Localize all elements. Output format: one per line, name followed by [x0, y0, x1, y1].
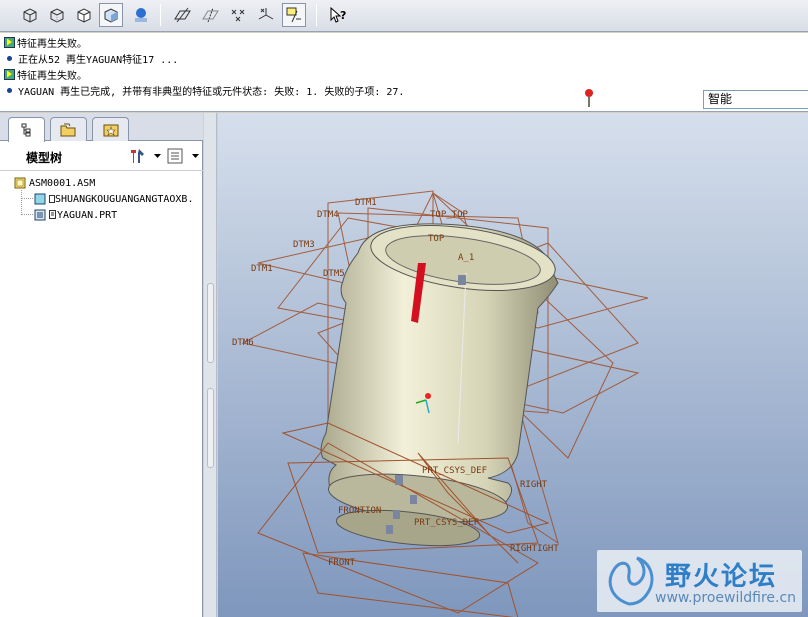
splitter-grip[interactable] — [207, 283, 214, 363]
chevron-down-icon — [154, 154, 161, 158]
datum-label: RIGHTIGHT — [510, 544, 559, 554]
navigator-panel: 模型树 ASM0001.ASM SHUANGKOUGUANGANGTAOXB. — [0, 113, 203, 617]
datum-points-icon[interactable] — [226, 3, 250, 27]
settings-dropdown[interactable] — [128, 146, 162, 166]
favorites-icon — [103, 124, 118, 136]
message-area: 特征再生失败。 正在从52 再生YAGUAN特征17 ... 特征再生失败。 Y… — [0, 33, 808, 112]
datum-label: DTM4 — [317, 210, 339, 220]
tree-node-root[interactable]: ASM0001.ASM — [14, 175, 95, 191]
message-line: 特征再生失败。 — [4, 35, 87, 50]
regen-marker-icon — [49, 210, 56, 219]
assembly-icon — [14, 177, 26, 189]
chevron-down-icon — [192, 154, 199, 158]
model-tree-header: 模型树 — [0, 141, 203, 171]
panel-title: 模型树 — [26, 151, 63, 165]
hidden-line-icon[interactable] — [45, 3, 69, 27]
datum-label: DTM3 — [293, 240, 315, 250]
datum-label: FRONTION — [338, 506, 381, 516]
wireframe-icon[interactable] — [18, 3, 42, 27]
datum-axes-icon[interactable] — [198, 3, 222, 27]
splitter-grip[interactable] — [207, 388, 214, 468]
datum-label: PRT_CSYS_DEF — [414, 518, 479, 528]
tree-node-component[interactable]: YAGUAN.PRT — [34, 207, 117, 223]
datum-label: A_1 — [458, 253, 474, 263]
datum-label: RIGHT — [520, 480, 548, 490]
pushpin-icon[interactable] — [584, 88, 594, 108]
info-bullet-icon — [7, 87, 12, 93]
message-line: 特征再生失败。 — [4, 67, 87, 82]
failed-part-icon — [34, 209, 46, 221]
favorites-tab[interactable] — [92, 117, 129, 141]
message-line: YAGUAN 再生已完成, 并带有非典型的特征或元件状态: 失败: 1. 失败的… — [4, 83, 404, 98]
model-tree-tab[interactable] — [8, 117, 45, 142]
list-icon — [167, 148, 183, 164]
selection-filter[interactable]: 智能 — [703, 90, 808, 109]
show-dropdown[interactable] — [166, 146, 200, 166]
tools-icon — [131, 149, 144, 163]
datum-planes-icon[interactable] — [170, 3, 194, 27]
datum-label: DTM6 — [232, 338, 254, 348]
navigator-tabs — [0, 113, 203, 142]
folder-browser-tab[interactable] — [50, 117, 87, 141]
warning-icon — [4, 68, 15, 80]
part-icon — [34, 193, 46, 205]
watermark-logo-icon — [608, 556, 654, 606]
no-hidden-icon[interactable] — [72, 3, 96, 27]
datum-label: FRONT — [328, 558, 356, 568]
view-toolbar: ? — [0, 0, 808, 32]
context-help-icon[interactable]: ? — [326, 3, 350, 27]
annotations-icon[interactable] — [282, 3, 306, 27]
model-tree-icon — [21, 123, 30, 137]
datum-label: DTM1 — [251, 264, 273, 274]
datum-label: DTM1 — [355, 198, 377, 208]
datum-label: TOP_TOP — [430, 210, 469, 220]
datum-label: PRT_CSYS_DEF — [422, 466, 487, 476]
panel-splitter[interactable] — [204, 113, 217, 617]
watermark-url: www.proewildfire.cn — [655, 590, 797, 606]
coordinate-systems-icon[interactable] — [254, 3, 278, 27]
datum-label: TOP — [428, 234, 445, 244]
tree-node-component[interactable]: SHUANGKOUGUANGANGTAOXB. — [34, 191, 193, 207]
watermark-title: 野火论坛 — [665, 562, 778, 592]
message-line: 正在从52 再生YAGUAN特征17 ... — [4, 51, 178, 66]
watermark: 野火论坛 www.proewildfire.cn — [597, 550, 802, 612]
graphics-window[interactable]: DTM1 DTM4 DTM3 DTM1 DTM5 TOP_TOP TOP A_1… — [218, 113, 808, 617]
shading-icon[interactable] — [99, 3, 123, 27]
svg-text:?: ? — [340, 9, 346, 22]
warning-icon — [4, 36, 15, 48]
datum-label: DTM5 — [323, 269, 345, 279]
info-bullet-icon — [7, 55, 12, 61]
enhanced-realism-icon[interactable] — [128, 3, 152, 27]
folder-icon — [60, 123, 75, 136]
